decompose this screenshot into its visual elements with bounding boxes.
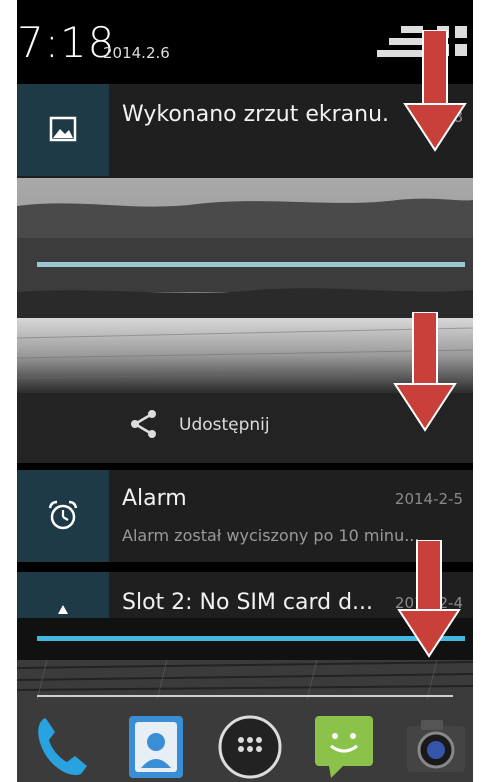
sim-icon-box — [17, 572, 109, 618]
alarm-icon-box — [17, 470, 109, 562]
preview-progress-bar — [37, 262, 465, 267]
contacts-icon[interactable] — [121, 712, 191, 782]
camera-icon[interactable] — [401, 712, 471, 782]
red-down-arrow-2 — [393, 312, 457, 432]
alarm-title: Alarm — [122, 486, 187, 511]
status-date: 2014.2.6 — [103, 44, 170, 62]
app-drawer-icon[interactable] — [215, 712, 285, 782]
sim-title: Slot 2: No SIM card d... — [122, 590, 374, 615]
warning-icon — [58, 605, 68, 614]
notification-shade: 7:18 2014.2.6 Wykonano zrzut ekranu. 7:1… — [17, 0, 473, 782]
share-label: Udostępnij — [179, 415, 270, 435]
phone-icon[interactable] — [27, 710, 97, 782]
red-down-arrow-3 — [397, 540, 461, 658]
alarm-clock-icon — [48, 500, 78, 530]
red-down-arrow-1 — [403, 30, 467, 152]
messaging-icon[interactable] — [309, 712, 379, 782]
alarm-time: 2014-2-5 — [394, 490, 463, 508]
screenshot-icon-box — [17, 84, 109, 176]
screenshot-title: Wykonano zrzut ekranu. — [122, 102, 390, 127]
alarm-subtitle: Alarm został wyciszony po 10 minu... — [122, 526, 420, 545]
image-icon — [49, 116, 77, 142]
status-clock: 7:18 — [17, 18, 116, 67]
share-icon — [131, 410, 156, 438]
